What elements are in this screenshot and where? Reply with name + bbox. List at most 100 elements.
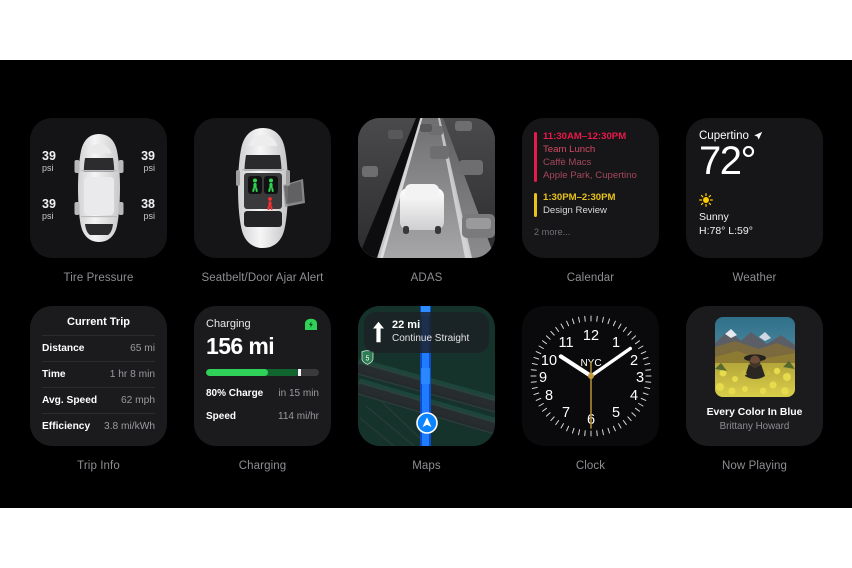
- ego-vehicle: [400, 184, 444, 234]
- calendar-event-1-time: 11:30AM–12:30PM: [543, 131, 627, 142]
- svg-text:4: 4: [629, 388, 637, 404]
- widget-grid: 39 psi 39 psi 39 psi 38 psi Tire Pressur…: [30, 118, 826, 472]
- weather-high-low: H:78° L:59°: [699, 225, 753, 238]
- caption-now-playing: Now Playing: [721, 460, 788, 472]
- weather-condition: Sunny: [699, 211, 729, 224]
- tire-front-right-value: 39: [141, 149, 155, 163]
- trip-row-time-value: 1 hr 8 min: [109, 369, 155, 380]
- trip-info-card[interactable]: Current Trip Distance 65 mi Time 1 hr 8 …: [30, 306, 167, 446]
- tire-rear-right: 38 psi: [141, 197, 155, 222]
- calendar-event-2-color-bar: [534, 192, 537, 217]
- album-artwork[interactable]: [714, 317, 795, 397]
- trip-row-avg-speed-label: Avg. Speed: [42, 395, 98, 406]
- screenshot-root: 39 psi 39 psi 39 psi 38 psi Tire Pressur…: [0, 0, 852, 568]
- weather-temperature: 72°: [699, 139, 757, 183]
- widget-adas[interactable]: ADAS: [358, 118, 495, 284]
- maps-instruction: Continue Straight: [392, 332, 470, 344]
- trip-row-distance-value: 65 mi: [130, 343, 155, 354]
- calendar-event-1-title: Team Lunch: [543, 143, 596, 155]
- svg-text:9: 9: [538, 370, 546, 386]
- road-driving-visualization-icon: [358, 118, 495, 258]
- widget-weather[interactable]: Cupertino 72° Sunny H:78° L:59° Weather: [686, 118, 823, 284]
- charging-status-label: Charging: [206, 318, 251, 330]
- widget-seatbelt-door-ajar[interactable]: Seatbelt/Door Ajar Alert: [194, 118, 331, 284]
- caption-trip-info: Trip Info: [77, 460, 120, 472]
- svg-text:5: 5: [366, 355, 370, 362]
- widget-charging[interactable]: Charging 156 mi 80% Charge in 15 min Spe…: [194, 306, 331, 472]
- tire-rear-left: 39 psi: [42, 197, 56, 222]
- tire-rear-right-value: 38: [141, 197, 155, 211]
- album-artwork-icon: [714, 317, 795, 397]
- arrow-up-icon: [373, 321, 384, 343]
- trip-row-distance: Distance 65 mi: [42, 335, 155, 361]
- widget-calendar[interactable]: 11:30AM–12:30PM Team Lunch Caffè Macs Ap…: [522, 118, 659, 284]
- car-top-view-icon: [74, 134, 123, 242]
- clock-card[interactable]: 12 1 2 3 4 5 6 7 8 9 10 11: [522, 306, 659, 446]
- charging-card[interactable]: Charging 156 mi 80% Charge in 15 min Spe…: [194, 306, 331, 446]
- tire-front-left-value: 39: [42, 149, 56, 163]
- navigation-puck-icon: [415, 412, 438, 434]
- tire-front-left-unit: psi: [42, 163, 54, 174]
- widget-now-playing[interactable]: Every Color In Blue Brittany Howard Now …: [686, 306, 823, 472]
- caption-adas: ADAS: [410, 272, 443, 284]
- svg-text:3: 3: [635, 370, 643, 386]
- svg-text:12: 12: [582, 328, 598, 344]
- battery-charging-icon: [305, 318, 317, 330]
- calendar-more-link[interactable]: 2 more...: [534, 227, 648, 237]
- charging-row-target: 80% Charge in 15 min: [206, 388, 319, 399]
- caption-seatbelt-door-ajar: Seatbelt/Door Ajar Alert: [201, 272, 324, 284]
- svg-text:5: 5: [611, 405, 619, 421]
- charging-header: Charging: [206, 318, 319, 331]
- trip-info-title: Current Trip: [67, 316, 130, 328]
- calendar-event-2-title: Design Review: [543, 204, 607, 216]
- trip-row-time-label: Time: [42, 369, 66, 380]
- maps-card[interactable]: 5 22 mi Continue Straight: [358, 306, 495, 446]
- widget-maps[interactable]: 5 22 mi Continue Straight Maps: [358, 306, 495, 472]
- now-playing-card[interactable]: Every Color In Blue Brittany Howard: [686, 306, 823, 446]
- widget-tire-pressure[interactable]: 39 psi 39 psi 39 psi 38 psi Tire Pressur…: [30, 118, 167, 284]
- trip-row-avg-speed-value: 62 mph: [121, 395, 155, 406]
- caption-calendar: Calendar: [566, 272, 615, 284]
- seatbelt-card[interactable]: [194, 118, 331, 258]
- trip-row-distance-label: Distance: [42, 343, 85, 354]
- svg-text:7: 7: [561, 405, 569, 421]
- calendar-event-2[interactable]: 1:30PM–2:30PM Design Review: [534, 192, 648, 218]
- svg-text:2: 2: [629, 353, 637, 369]
- adas-card[interactable]: [358, 118, 495, 258]
- tire-pressure-card[interactable]: 39 psi 39 psi 39 psi 38 psi: [30, 118, 167, 258]
- calendar-card[interactable]: 11:30AM–12:30PM Team Lunch Caffè Macs Ap…: [522, 118, 659, 258]
- widget-clock[interactable]: 12 1 2 3 4 5 6 7 8 9 10 11: [522, 306, 659, 472]
- now-playing-artist: Brittany Howard: [719, 421, 790, 432]
- trip-row-efficiency: Efficiency 3.8 mi/kWh: [42, 413, 155, 439]
- widget-row-2: Current Trip Distance 65 mi Time 1 hr 8 …: [30, 306, 826, 472]
- car-interior-top-view-icon: [235, 128, 305, 248]
- now-playing-track-title: Every Color In Blue: [706, 407, 803, 418]
- svg-text:8: 8: [544, 388, 552, 404]
- analog-clock-icon: 12 1 2 3 4 5 6 7 8 9 10 11: [530, 315, 651, 437]
- calendar-event-1-location: Caffè Macs: [543, 156, 592, 168]
- trip-row-avg-speed: Avg. Speed 62 mph: [42, 387, 155, 413]
- charging-target-label: 80% Charge: [206, 388, 264, 399]
- trip-row-time: Time 1 hr 8 min: [42, 361, 155, 387]
- svg-text:10: 10: [540, 353, 556, 369]
- charging-speed-label: Speed: [206, 411, 237, 422]
- caption-clock: Clock: [575, 460, 606, 472]
- tire-front-right: 39 psi: [141, 149, 155, 174]
- charging-target-value: in 15 min: [278, 388, 319, 399]
- tire-front-right-unit: psi: [143, 163, 155, 174]
- charging-speed-value: 114 mi/hr: [278, 411, 319, 422]
- calendar-event-1[interactable]: 11:30AM–12:30PM Team Lunch Caffè Macs Ap…: [534, 131, 648, 183]
- charging-range: 156 mi: [206, 333, 275, 359]
- maps-banner-text: 22 mi Continue Straight: [392, 319, 469, 345]
- calendar-event-1-color-bar: [534, 132, 537, 182]
- charging-row-speed: Speed 114 mi/hr: [206, 411, 319, 422]
- weather-card[interactable]: Cupertino 72° Sunny H:78° L:59°: [686, 118, 823, 258]
- charging-progress-fill: [206, 369, 269, 376]
- widget-row-1: 39 psi 39 psi 39 psi 38 psi Tire Pressur…: [30, 118, 826, 284]
- widget-trip-info[interactable]: Current Trip Distance 65 mi Time 1 hr 8 …: [30, 306, 167, 472]
- caption-tire-pressure: Tire Pressure: [63, 272, 134, 284]
- charging-target-marker: [297, 369, 301, 376]
- caption-maps: Maps: [412, 460, 441, 472]
- maps-navigation-banner: 22 mi Continue Straight: [364, 312, 489, 354]
- charging-progress-bar: [206, 369, 319, 376]
